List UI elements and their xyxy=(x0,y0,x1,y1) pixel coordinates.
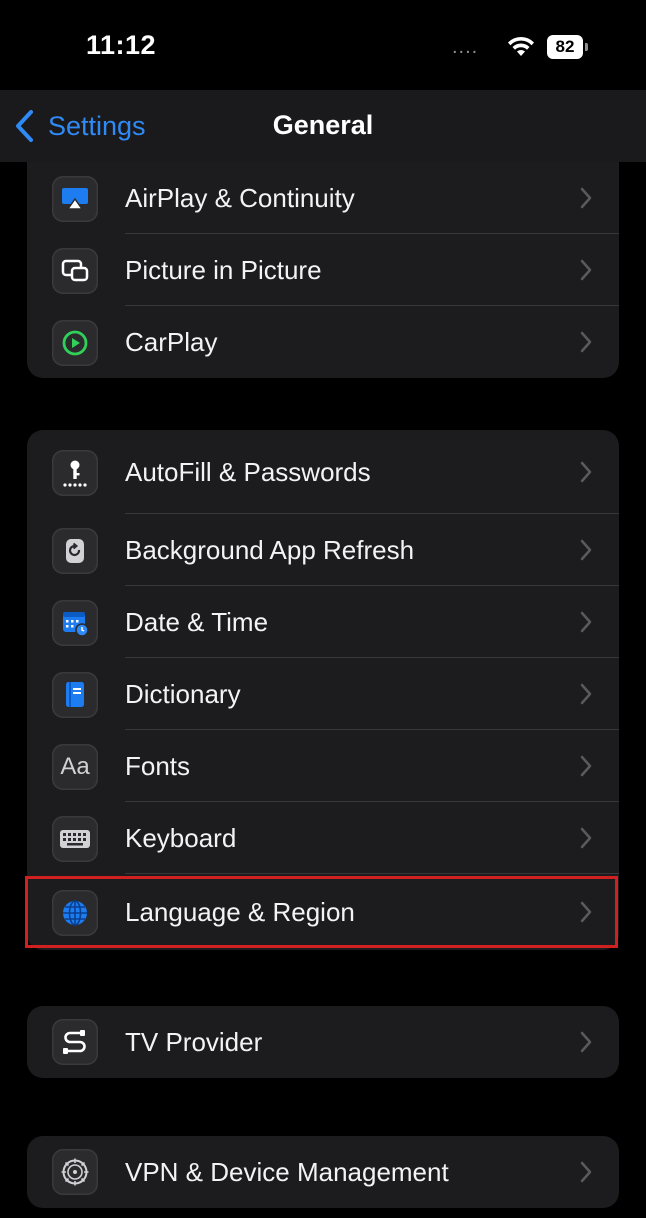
calendar-clock-icon xyxy=(52,600,98,646)
row-carplay[interactable]: CarPlay xyxy=(27,306,619,378)
row-label: Dictionary xyxy=(125,678,241,709)
gear-icon xyxy=(52,1149,98,1195)
settings-group-system: AutoFill & Passwords Background App Refr… xyxy=(27,430,619,950)
chevron-right-icon xyxy=(580,901,592,923)
row-background-app-refresh[interactable]: Background App Refresh xyxy=(27,514,619,586)
book-icon xyxy=(52,672,98,718)
row-label: Keyboard xyxy=(125,822,237,853)
chevron-right-icon xyxy=(580,1161,592,1183)
row-label: AirPlay & Continuity xyxy=(125,182,355,213)
chevron-left-icon xyxy=(16,110,33,142)
settings-group-tv: TV Provider xyxy=(27,1006,619,1078)
row-keyboard[interactable]: Keyboard xyxy=(27,802,619,874)
status-bar: 11:12 .... 82 xyxy=(0,0,646,90)
settings-group-connectivity: AirPlay & Continuity Picture in Picture … xyxy=(27,162,619,378)
fonts-icon: Aa xyxy=(52,744,98,790)
row-date-time[interactable]: Date & Time xyxy=(27,586,619,658)
row-label: VPN & Device Management xyxy=(125,1156,449,1187)
refresh-icon xyxy=(52,528,98,574)
battery-level: 82 xyxy=(547,35,583,59)
row-fonts[interactable]: Aa Fonts xyxy=(27,730,619,802)
key-icon xyxy=(52,450,98,496)
chevron-right-icon xyxy=(580,1031,592,1053)
chevron-right-icon xyxy=(580,259,592,281)
row-dictionary[interactable]: Dictionary xyxy=(27,658,619,730)
carplay-icon xyxy=(52,320,98,366)
chevron-right-icon xyxy=(580,539,592,561)
fonts-icon-text: Aa xyxy=(60,753,90,780)
status-time: 11:12 xyxy=(86,30,157,60)
chevron-right-icon xyxy=(580,331,592,353)
row-label: Language & Region xyxy=(125,896,355,927)
chevron-right-icon xyxy=(580,827,592,849)
row-label: Fonts xyxy=(125,750,191,781)
keyboard-icon xyxy=(52,816,98,862)
picture-in-picture-icon xyxy=(52,248,98,294)
chevron-right-icon xyxy=(580,683,592,705)
row-label: Picture in Picture xyxy=(125,254,322,285)
cellular-signal-icon: .... xyxy=(452,36,479,58)
chevron-right-icon xyxy=(580,461,592,483)
row-label: CarPlay xyxy=(125,326,218,357)
row-label: Date & Time xyxy=(125,606,269,637)
chevron-right-icon xyxy=(580,611,592,633)
tv-provider-icon xyxy=(52,1019,98,1065)
wifi-icon xyxy=(508,36,534,56)
row-language-region[interactable]: Language & Region xyxy=(27,874,619,950)
row-autofill-passwords[interactable]: AutoFill & Passwords xyxy=(27,430,619,514)
row-vpn-device-management[interactable]: VPN & Device Management xyxy=(27,1136,619,1208)
airplay-icon xyxy=(52,176,98,222)
globe-icon xyxy=(52,890,98,936)
settings-group-vpn: VPN & Device Management xyxy=(27,1136,619,1208)
row-label: Background App Refresh xyxy=(125,534,415,565)
chevron-right-icon xyxy=(580,755,592,777)
row-picture-in-picture[interactable]: Picture in Picture xyxy=(27,234,619,306)
navigation-bar: Settings General xyxy=(0,90,646,162)
chevron-right-icon xyxy=(580,187,592,209)
battery-icon: 82 xyxy=(547,35,589,59)
row-airplay-continuity[interactable]: AirPlay & Continuity xyxy=(27,162,619,234)
back-label: Settings xyxy=(48,110,146,141)
row-label: TV Provider xyxy=(125,1026,263,1057)
row-tv-provider[interactable]: TV Provider xyxy=(27,1006,619,1078)
back-button[interactable]: Settings xyxy=(12,106,146,146)
row-label: AutoFill & Passwords xyxy=(125,456,371,487)
